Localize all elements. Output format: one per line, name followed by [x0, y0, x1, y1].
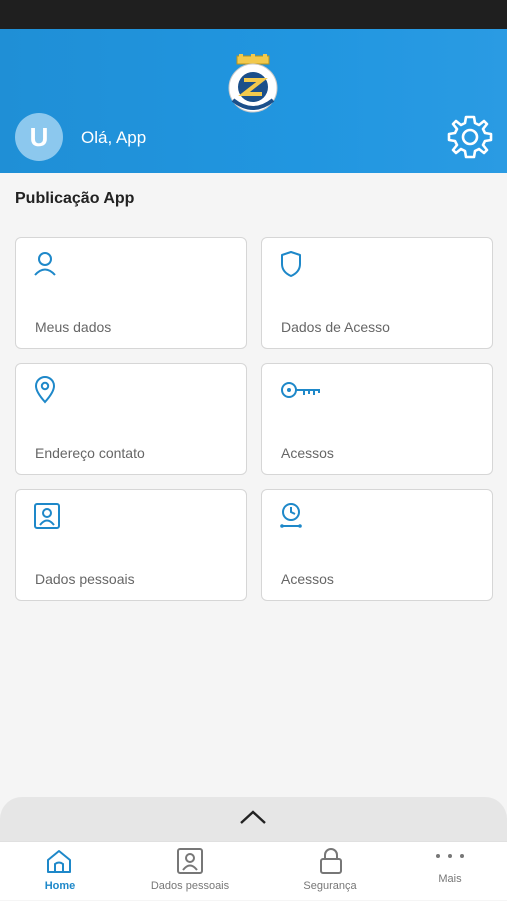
card-meus-dados[interactable]: Meus dados [15, 237, 247, 349]
page-title: Publicação App [15, 190, 135, 207]
card-acessos-historico[interactable]: Acessos [261, 489, 493, 601]
card-label: Dados de Acesso [281, 319, 390, 335]
app-header: U Olá, App [0, 29, 507, 173]
bottom-sheet-handle[interactable] [0, 797, 507, 841]
nav-label: Segurança [303, 880, 357, 892]
nav-label: Dados pessoais [150, 880, 230, 892]
avatar[interactable]: U [15, 113, 63, 161]
card-label: Endereço contato [35, 445, 145, 461]
nav-item-dados-pessoais[interactable]: Dados pessoais [130, 842, 250, 901]
status-bar [0, 0, 507, 29]
clock-timeline-icon [280, 503, 302, 528]
id-card-icon [34, 503, 60, 529]
card-label: Acessos [281, 445, 334, 461]
card-label: Acessos [281, 571, 334, 587]
card-label: Meus dados [35, 319, 112, 335]
company-crest-logo [228, 54, 278, 113]
home-icon [47, 850, 71, 873]
gear-icon[interactable] [446, 113, 494, 161]
bottom-navigation: Home Dados pessoais Segurança Mais [0, 841, 507, 900]
id-card-icon [177, 848, 203, 874]
user-icon [34, 252, 56, 276]
greeting-text: Olá, App [81, 128, 147, 147]
chevron-up-icon[interactable] [238, 807, 268, 827]
more-dots-icon [436, 854, 464, 858]
card-acessos-chave[interactable]: Acessos [261, 363, 493, 475]
nav-item-mais[interactable]: Mais [390, 842, 507, 901]
shield-icon [281, 251, 301, 277]
nav-item-seguranca[interactable]: Segurança [270, 842, 390, 901]
card-label: Dados pessoais [35, 571, 135, 587]
nav-label: Mais [438, 873, 462, 885]
nav-item-home[interactable]: Home [0, 842, 120, 901]
card-dados-de-acesso[interactable]: Dados de Acesso [261, 237, 493, 349]
card-endereco-contato[interactable]: Endereço contato [15, 363, 247, 475]
card-dados-pessoais[interactable]: Dados pessoais [15, 489, 247, 601]
lock-icon [320, 848, 342, 874]
location-pin-icon [34, 376, 56, 404]
key-icon [281, 382, 320, 398]
nav-label: Home [44, 880, 76, 892]
